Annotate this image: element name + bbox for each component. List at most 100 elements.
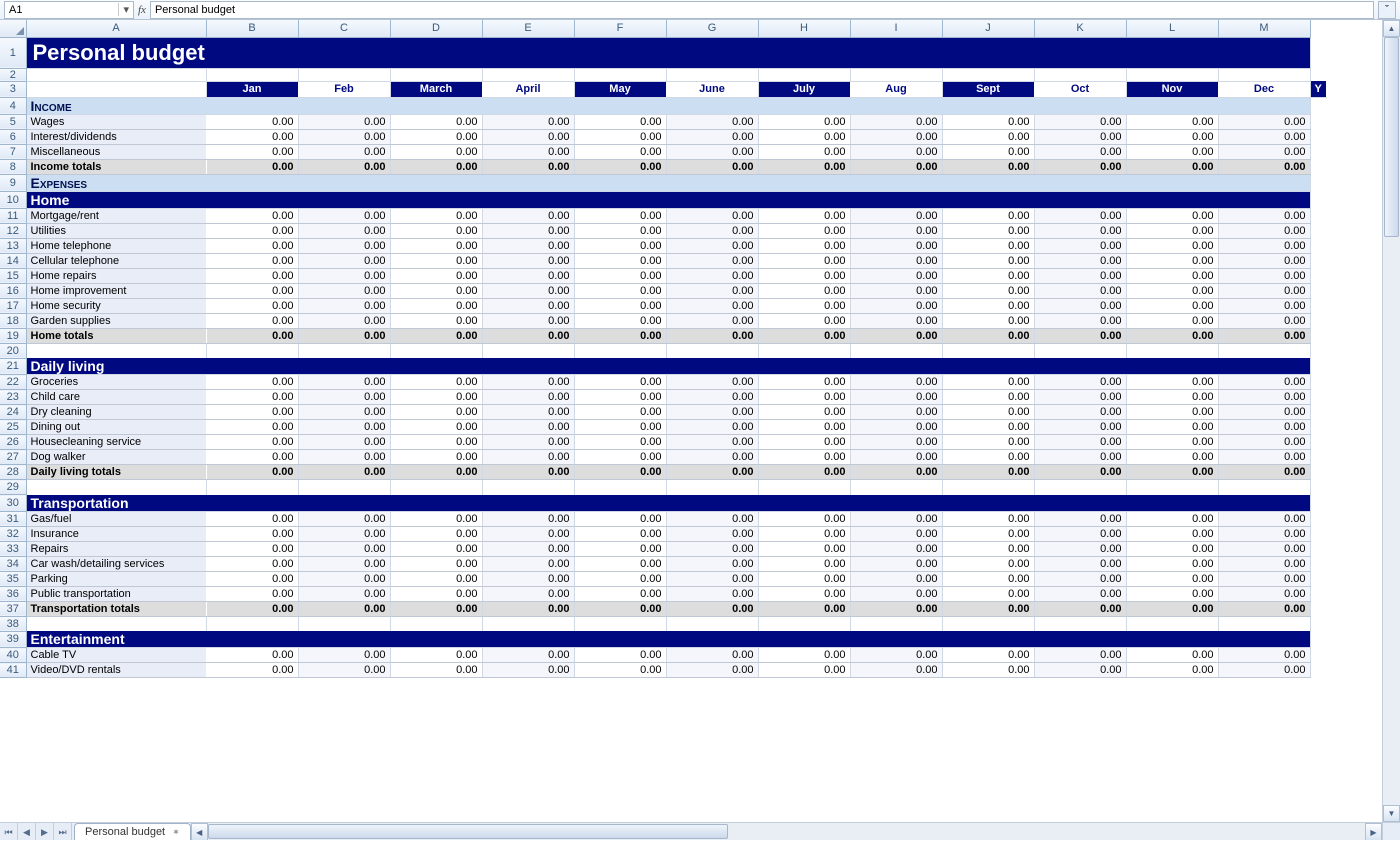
cell[interactable] (758, 68, 850, 81)
cell[interactable] (942, 480, 1034, 495)
cell[interactable] (1126, 616, 1218, 631)
cell[interactable]: 0.00 (758, 586, 850, 601)
cell[interactable]: 0.00 (298, 253, 390, 268)
cell[interactable]: 0.00 (1034, 114, 1126, 129)
cell[interactable]: 0.00 (942, 328, 1034, 343)
hscroll-thumb[interactable] (208, 824, 728, 839)
cell[interactable] (26, 480, 206, 495)
cell[interactable]: 0.00 (390, 541, 482, 556)
cell[interactable]: 0.00 (206, 663, 298, 678)
row-header[interactable]: 34 (0, 556, 26, 571)
row-header[interactable]: 15 (0, 268, 26, 283)
cell[interactable]: 0.00 (758, 405, 850, 420)
month-header[interactable]: June (666, 81, 758, 97)
scroll-left-button[interactable]: ◀ (191, 823, 208, 840)
cell[interactable]: 0.00 (1218, 601, 1310, 616)
row-header[interactable]: 21 (0, 358, 26, 375)
cell[interactable]: 0.00 (850, 556, 942, 571)
vscroll-thumb[interactable] (1384, 37, 1399, 237)
category-title[interactable]: Daily living (26, 358, 1310, 375)
cell[interactable]: 0.00 (298, 328, 390, 343)
cell[interactable]: 0.00 (1126, 405, 1218, 420)
cell[interactable]: 0.00 (574, 435, 666, 450)
cell[interactable]: 0.00 (850, 541, 942, 556)
cell[interactable] (1218, 480, 1310, 495)
cell[interactable]: 0.00 (1034, 328, 1126, 343)
cell[interactable]: 0.00 (206, 526, 298, 541)
cell[interactable]: 0.00 (298, 511, 390, 526)
row-header[interactable]: 25 (0, 420, 26, 435)
month-header[interactable]: Dec (1218, 81, 1310, 97)
cell[interactable]: 0.00 (666, 390, 758, 405)
cell[interactable]: 0.00 (574, 238, 666, 253)
row-header[interactable]: 9 (0, 174, 26, 191)
cell[interactable] (482, 68, 574, 81)
cell[interactable]: 0.00 (942, 208, 1034, 223)
cell[interactable]: 0.00 (1218, 420, 1310, 435)
cell[interactable]: 0.00 (574, 601, 666, 616)
cell[interactable]: 0.00 (1034, 159, 1126, 174)
row-label[interactable]: Income totals (26, 159, 206, 174)
cell[interactable]: 0.00 (482, 571, 574, 586)
cell[interactable]: 0.00 (666, 159, 758, 174)
cell[interactable]: 0.00 (1034, 526, 1126, 541)
cell[interactable]: 0.00 (482, 268, 574, 283)
cell[interactable]: 0.00 (1218, 648, 1310, 663)
cell[interactable]: 0.00 (1126, 420, 1218, 435)
cell[interactable]: 0.00 (482, 144, 574, 159)
cell[interactable]: 0.00 (206, 129, 298, 144)
cell[interactable]: 0.00 (1126, 601, 1218, 616)
cell[interactable]: 0.00 (942, 375, 1034, 390)
cell[interactable]: 0.00 (1126, 526, 1218, 541)
col-header[interactable]: M (1218, 20, 1310, 37)
cell[interactable] (206, 480, 298, 495)
cell[interactable]: 0.00 (942, 114, 1034, 129)
row-header[interactable]: 22 (0, 375, 26, 390)
cell[interactable] (482, 616, 574, 631)
cell[interactable]: 0.00 (390, 144, 482, 159)
cell[interactable]: 0.00 (1126, 223, 1218, 238)
row-label[interactable]: Dry cleaning (26, 405, 206, 420)
cell[interactable]: 0.00 (666, 420, 758, 435)
cell[interactable]: 0.00 (206, 253, 298, 268)
cell[interactable]: 0.00 (482, 223, 574, 238)
cell[interactable]: 0.00 (482, 541, 574, 556)
cell[interactable]: 0.00 (206, 208, 298, 223)
cell[interactable]: 0.00 (850, 435, 942, 450)
cell[interactable] (1034, 343, 1126, 358)
row-header[interactable]: 31 (0, 511, 26, 526)
cell[interactable]: 0.00 (758, 253, 850, 268)
cell[interactable]: 0.00 (1034, 253, 1126, 268)
row-header[interactable]: 24 (0, 405, 26, 420)
cell[interactable]: 0.00 (390, 601, 482, 616)
cell[interactable]: 0.00 (574, 420, 666, 435)
cell[interactable]: 0.00 (1218, 375, 1310, 390)
cell[interactable] (298, 68, 390, 81)
cell[interactable]: 0.00 (298, 663, 390, 678)
cell[interactable] (298, 343, 390, 358)
cell[interactable]: 0.00 (1126, 129, 1218, 144)
cell[interactable]: 0.00 (942, 601, 1034, 616)
cell[interactable] (666, 616, 758, 631)
cell[interactable]: 0.00 (390, 159, 482, 174)
cell[interactable]: 0.00 (666, 208, 758, 223)
cell[interactable]: 0.00 (1218, 223, 1310, 238)
month-header[interactable]: Feb (298, 81, 390, 97)
cell[interactable] (850, 343, 942, 358)
cell[interactable]: 0.00 (942, 556, 1034, 571)
cell[interactable]: 0.00 (1218, 556, 1310, 571)
row-header[interactable]: 12 (0, 223, 26, 238)
cell[interactable]: 0.00 (574, 648, 666, 663)
cell[interactable] (390, 68, 482, 81)
cell[interactable]: 0.00 (850, 601, 942, 616)
month-header[interactable]: Jan (206, 81, 298, 97)
cell[interactable]: 0.00 (1218, 663, 1310, 678)
cell[interactable]: 0.00 (1034, 238, 1126, 253)
cell[interactable]: 0.00 (574, 571, 666, 586)
cell[interactable]: 0.00 (942, 511, 1034, 526)
cell[interactable] (1218, 616, 1310, 631)
cell[interactable]: 0.00 (1034, 390, 1126, 405)
cell[interactable]: 0.00 (758, 390, 850, 405)
cell[interactable]: 0.00 (1218, 238, 1310, 253)
col-header[interactable]: F (574, 20, 666, 37)
